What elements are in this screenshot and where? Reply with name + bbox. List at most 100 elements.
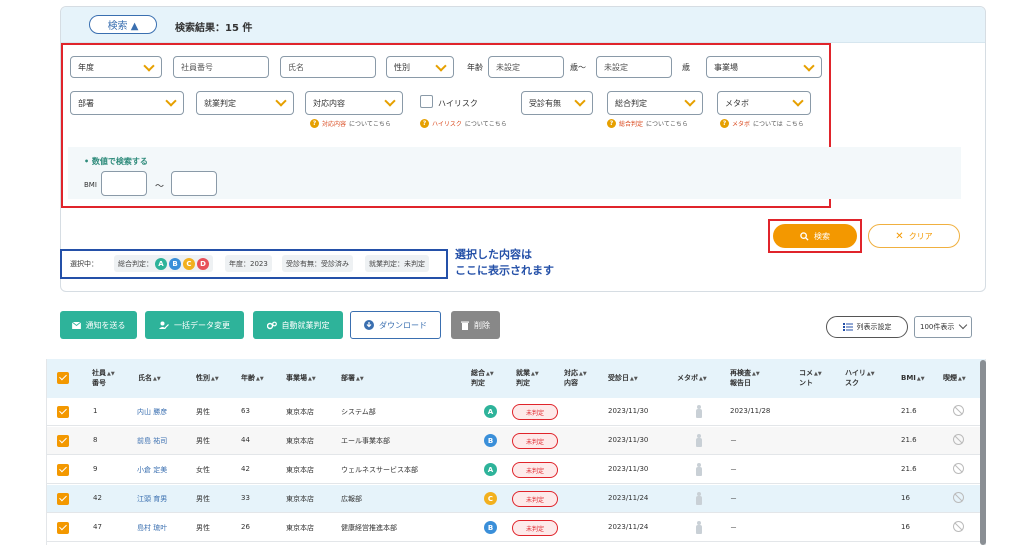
cell-employee-no: 42 <box>93 494 102 502</box>
table-row[interactable]: 1 内山 勝彦 男性 63 東京本店 システム部 A 未判定 2023/11/3… <box>47 398 985 426</box>
cell-name-link[interactable]: 江頭 育男 <box>137 494 167 504</box>
question-icon: ? <box>310 119 319 128</box>
cell-reexam-date: － <box>730 466 737 474</box>
cell-employee-no: 1 <box>93 407 98 415</box>
cell-name-link[interactable]: 内山 勝彦 <box>137 407 167 417</box>
download-button[interactable]: ダウンロード <box>350 311 441 339</box>
row-checkbox[interactable] <box>57 464 69 476</box>
office-select[interactable]: 事業場 <box>706 56 822 78</box>
sort-icon: ▲▼ <box>814 371 822 377</box>
cell-department: エール事業本部 <box>341 437 390 445</box>
cell-exam-date: 2023/11/30 <box>608 436 649 444</box>
chevron-down-icon <box>165 96 177 108</box>
cell-name-link[interactable]: 小倉 定美 <box>137 465 167 475</box>
bulk-change-button[interactable]: 一括データ変更 <box>145 311 244 339</box>
gender-select[interactable]: 性別 <box>386 56 454 78</box>
col-gender[interactable]: 性別▲▼ <box>196 374 219 384</box>
cell-name-link[interactable]: 島村 琉叶 <box>137 523 167 533</box>
col-smoking[interactable]: 喫煙▲▼ <box>943 374 966 384</box>
high-risk-help-text: についてこちら <box>464 121 507 128</box>
employee-no-input[interactable]: 社員番号 <box>173 56 269 78</box>
notify-button[interactable]: 通知を送る <box>60 311 137 339</box>
col-label: コメ <box>799 369 813 377</box>
exam-status-chip-label: 受診有無：受診済み <box>286 259 349 268</box>
metabo-help[interactable]: ? メタボ については こちら <box>720 119 804 128</box>
age-to-input[interactable]: 未設定 <box>596 56 672 78</box>
metabo-select[interactable]: メタボ <box>717 91 811 115</box>
work-judgment-chip[interactable]: 就業判定：未判定 <box>365 255 429 272</box>
chevron-down-icon <box>384 96 396 108</box>
sort-icon: ▲▼ <box>866 371 875 377</box>
col-label: 判定 <box>471 379 485 387</box>
col-response[interactable]: 対応▲▼ 内容 <box>564 369 587 388</box>
row-checkbox[interactable] <box>57 435 69 447</box>
year-chip[interactable]: 年度：2023 <box>225 255 272 272</box>
overall-help[interactable]: ? 総合判定 についてこちら <box>607 119 688 128</box>
search-toggle-label: 検索 ▲ <box>107 21 139 32</box>
cell-reexam-date: － <box>730 437 737 445</box>
clear-button[interactable]: ✕ クリア <box>868 224 960 248</box>
col-high-risk[interactable]: ハイリ▲▼ スク <box>845 369 875 388</box>
response-help-accent: 対応内容 <box>322 121 347 128</box>
col-label: 就業 <box>516 369 530 377</box>
department-select[interactable]: 部署 <box>70 91 184 115</box>
col-department[interactable]: 部署▲▼ <box>341 374 364 384</box>
overall-select[interactable]: 総合判定 <box>607 91 703 115</box>
overall-grade-chip[interactable]: 総合判定： A B C D <box>114 255 213 272</box>
per-page-select[interactable]: 100件表示 <box>914 316 972 338</box>
response-help[interactable]: ? 対応内容 についてこちら <box>310 119 391 128</box>
sort-icon: ▲▼ <box>486 371 494 377</box>
table-scrollbar[interactable] <box>980 360 986 545</box>
delete-button[interactable]: 削除 <box>451 311 500 339</box>
bmi-max-input[interactable] <box>171 171 217 196</box>
exam-status-select[interactable]: 受診有無 <box>521 91 593 115</box>
col-age[interactable]: 年齢▲▼ <box>241 374 264 384</box>
col-exam-date[interactable]: 受診日▲▼ <box>608 374 638 384</box>
table-row[interactable]: 9 小倉 定美 女性 42 東京本店 ウェルネスサービス本部 A 未判定 202… <box>47 456 985 484</box>
col-comment[interactable]: コメ▲▼ ント <box>799 369 822 388</box>
cell-employee-no: 47 <box>93 523 102 531</box>
age-from-input[interactable]: 未設定 <box>488 56 564 78</box>
col-metabo[interactable]: メタボ▲▼ <box>677 374 707 384</box>
col-label: 対応 <box>564 369 578 377</box>
row-checkbox[interactable] <box>57 406 69 418</box>
year-select[interactable]: 年度 <box>70 56 162 78</box>
high-risk-help[interactable]: ? ハイリスク についてこちら <box>420 119 507 128</box>
row-checkbox[interactable] <box>57 522 69 534</box>
table-row[interactable]: 47 島村 琉叶 男性 26 東京本店 健康経営推進本部 B 未判定 2023/… <box>47 514 985 542</box>
response-select[interactable]: 対応内容 <box>305 91 403 115</box>
row-checkbox[interactable] <box>57 493 69 505</box>
search-icon <box>800 231 809 241</box>
sort-icon: ▲▼ <box>153 376 161 382</box>
bmi-label: BMI <box>84 181 97 189</box>
col-reexam-date[interactable]: 再検査▲▼ 報告日 <box>730 369 760 388</box>
search-toggle-button[interactable]: 検索 ▲ <box>89 15 157 34</box>
select-all-checkbox[interactable] <box>57 372 69 384</box>
name-input[interactable]: 氏名 <box>280 56 376 78</box>
cell-name-link[interactable]: 前島 祐司 <box>137 436 167 446</box>
col-name[interactable]: 氏名▲▼ <box>138 374 161 384</box>
chevron-down-icon <box>275 96 287 108</box>
high-risk-checkbox[interactable] <box>420 95 433 108</box>
exam-status-chip[interactable]: 受診有無：受診済み <box>282 255 353 272</box>
table-row[interactable]: 8 前島 祐司 男性 44 東京本店 エール事業本部 B 未判定 2023/11… <box>47 427 985 455</box>
work-judgment-badge: 未判定 <box>512 491 558 507</box>
bmi-min-input[interactable] <box>101 171 147 196</box>
search-button[interactable]: 検索 <box>773 224 857 248</box>
col-office[interactable]: 事業場▲▼ <box>286 374 316 384</box>
auto-judge-button[interactable]: 自動就業判定 <box>253 311 343 339</box>
col-bmi[interactable]: BMI▲▼ <box>901 374 925 384</box>
column-settings-button[interactable]: 列表示設定 <box>826 316 908 338</box>
col-overall[interactable]: 総合▲▼ 判定 <box>471 369 494 388</box>
work-judgment-select[interactable]: 就業判定 <box>196 91 294 115</box>
no-smoking-icon <box>953 521 964 532</box>
work-judgment-select-label: 就業判定 <box>204 98 236 108</box>
col-work-judgment[interactable]: 就業▲▼ 判定 <box>516 369 539 388</box>
cell-age: 42 <box>241 465 250 473</box>
year-chip-label: 年度：2023 <box>229 259 268 268</box>
table-row[interactable]: 42 江頭 育男 男性 33 東京本店 広報部 C 未判定 2023/11/24… <box>47 485 985 513</box>
cell-office: 東京本店 <box>286 495 314 503</box>
department-select-label: 部署 <box>78 98 94 108</box>
col-employee-no[interactable]: 社員▲▼ 番号 <box>92 369 115 388</box>
cell-employee-no: 8 <box>93 436 98 444</box>
